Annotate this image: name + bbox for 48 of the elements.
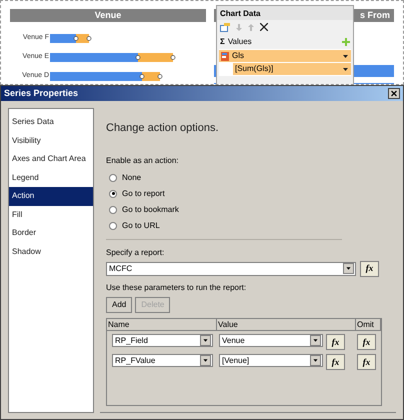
section-label: Values	[228, 36, 253, 48]
field-row[interactable]: [Sum(Gls)]	[233, 63, 351, 75]
column-header: Value	[217, 318, 356, 330]
report-combobox[interactable]: MCFC	[106, 262, 356, 276]
action-button[interactable]: Add	[106, 296, 132, 312]
nav-item[interactable]: Border	[9, 224, 93, 242]
sum-icon: Σ	[220, 36, 225, 48]
radio-button[interactable]	[109, 174, 117, 182]
name-combobox[interactable]: RP_FValue	[112, 354, 213, 367]
page-heading: Change action options.	[106, 121, 220, 136]
field-label: [Sum(Gls)]	[235, 63, 274, 75]
column-header: Name	[107, 318, 217, 330]
field-label: Gls	[232, 50, 245, 62]
radio-option[interactable]: Go to URL	[109, 220, 388, 232]
nav-item[interactable]: Visibility	[9, 132, 93, 150]
nav-item[interactable]: Fill	[9, 206, 93, 224]
expression-button[interactable]: fx	[326, 354, 345, 370]
nav-item[interactable]: Legend	[9, 168, 93, 187]
properties-icon[interactable]	[220, 22, 230, 32]
nav-item[interactable]: Series Data	[9, 113, 93, 132]
dialog-title: Series Properties	[4, 86, 80, 100]
delete-icon[interactable]	[260, 23, 268, 31]
dropdown-arrow-icon[interactable]	[343, 54, 348, 58]
expression-button[interactable]: fx	[326, 334, 345, 350]
expression-button[interactable]: fx	[357, 354, 376, 370]
field-row[interactable]: Gls	[219, 50, 351, 62]
value-combobox[interactable]: Venue	[219, 334, 323, 347]
expression-button[interactable]: fx	[357, 334, 376, 350]
radio-option[interactable]: Go to bookmark	[109, 204, 388, 216]
dropdown-arrow-icon[interactable]	[343, 68, 348, 70]
panel-title: Chart Data	[217, 6, 353, 20]
column-header: Omit	[356, 318, 381, 330]
radio-option[interactable]: Go to report	[109, 188, 388, 200]
chart-title: Venue	[10, 9, 206, 22]
nav-item[interactable]: Shadow	[9, 242, 93, 261]
action-label: Enable as an action:	[106, 154, 180, 166]
nav-item[interactable]: Action	[9, 187, 93, 206]
report-label: Specify a report:	[106, 246, 166, 258]
expression-button[interactable]: fx	[360, 260, 379, 276]
radio-button[interactable]	[109, 190, 117, 198]
radio-button[interactable]	[109, 222, 117, 230]
close-icon[interactable]	[388, 88, 400, 99]
params-label: Use these parameters to run the report:	[106, 282, 248, 294]
radio-option[interactable]: None	[109, 172, 388, 184]
radio-button[interactable]	[109, 206, 117, 214]
value-combobox[interactable]: [Venue]	[219, 354, 323, 367]
name-combobox[interactable]: RP_Field	[112, 334, 213, 347]
nav-item[interactable]: Axes and Chart Area	[9, 150, 93, 168]
